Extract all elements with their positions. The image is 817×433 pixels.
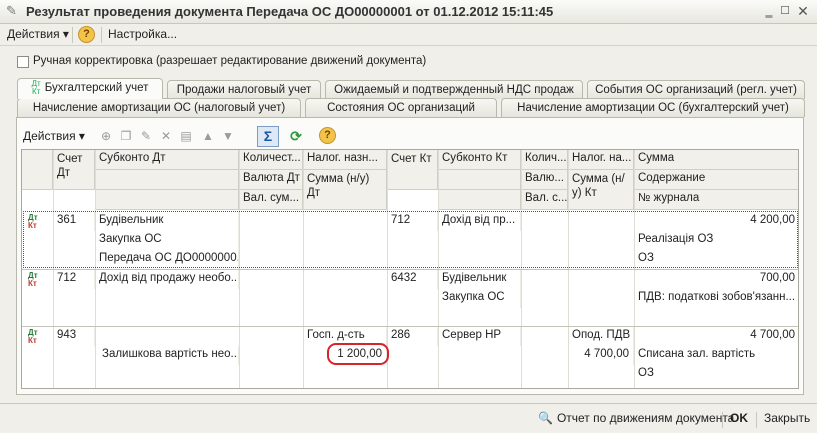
tab-os-states[interactable]: Состояния ОС организаций <box>305 98 497 117</box>
row2-subconto-dt-1[interactable]: Дохід від продажу необо... <box>95 270 239 289</box>
header-subconto-kt[interactable]: Субконто Кт <box>438 150 521 170</box>
row1-subconto-kt-1[interactable]: Дохід від пр... <box>438 212 521 231</box>
tab-tax-sales[interactable]: Продажи налоговый учет <box>167 80 321 99</box>
header-quantity[interactable]: Количест... <box>239 150 303 170</box>
row3-subconto-dt-2[interactable]: Залишкова вартість нео... <box>98 346 239 365</box>
header-blank <box>95 190 239 210</box>
panel-toolbar: Действия ▾ ⊕ ❐ ✎ ✕ ▤ ▲ ▼ Σ ⟳ ? <box>23 126 793 148</box>
header-cur-sum-dt[interactable]: Вал. сум... <box>239 190 303 210</box>
row2-subconto-kt-2[interactable]: Закупка ОС <box>438 289 521 308</box>
refresh-icon[interactable]: ⟳ <box>287 127 305 145</box>
header-currency-dt[interactable]: Валюта Дт <box>239 170 303 190</box>
menu-separator <box>72 27 73 43</box>
manual-correction-checkbox[interactable] <box>17 56 29 68</box>
help-icon[interactable]: ? <box>319 127 336 144</box>
accounting-entry-icon: Дт Кт <box>28 271 38 288</box>
accounting-panel: Действия ▾ ⊕ ❐ ✎ ✕ ▤ ▲ ▼ Σ ⟳ ? Счет Дт С… <box>16 117 804 395</box>
header-sum-nu-kt[interactable]: Сумма (н/у) Кт <box>568 170 634 210</box>
row2-account-dt[interactable]: 712 <box>53 270 95 289</box>
header-subconto-dt[interactable]: Субконто Дт <box>95 150 239 170</box>
row1-account-dt[interactable]: 361 <box>53 212 95 231</box>
row3-content[interactable]: Списана зал. вартість <box>634 346 798 365</box>
help-icon[interactable]: ? <box>78 26 95 43</box>
window-footer: 🔍 Отчет по движениям документа OK Закрыть <box>0 403 817 433</box>
row3-amount[interactable]: 4 700,00 <box>634 327 798 346</box>
move-down-icon[interactable]: ▼ <box>219 127 237 145</box>
report-search-icon: 🔍 <box>538 411 553 425</box>
header-qty-kt[interactable]: Колич... <box>521 150 568 170</box>
row3-account-kt[interactable]: 286 <box>387 327 438 346</box>
header-sum-nu-dt[interactable]: Сумма (н/у) Дт <box>303 170 387 210</box>
row3-sum-nu-kt[interactable]: 4 700,00 <box>568 346 634 365</box>
footer-separator <box>756 412 757 428</box>
header-content[interactable]: Содержание <box>634 170 798 190</box>
window-title: Результат проведения документа Передача … <box>26 4 554 19</box>
row3-tax-kt[interactable]: Опод. ПДВ <box>568 327 634 346</box>
menubar: Действия ▾ ? Настройка... <box>0 24 817 46</box>
row3-account-dt[interactable]: 943 <box>53 327 95 346</box>
row1-subconto-dt-2[interactable]: Закупка ОС <box>95 231 239 250</box>
header-account-dt[interactable]: Счет Дт <box>53 150 95 190</box>
actions-menu[interactable]: Действия ▾ <box>7 27 69 41</box>
row1-journal[interactable]: ОЗ <box>634 250 798 269</box>
accounting-entry-icon: Дт Кт <box>28 328 38 345</box>
header-amount[interactable]: Сумма <box>634 150 798 170</box>
close-icon[interactable]: ✕ <box>795 3 811 19</box>
row1-account-kt[interactable]: 712 <box>387 212 438 231</box>
tab-os-events[interactable]: События ОС организаций (регл. учет) <box>587 80 805 99</box>
header-blank <box>95 170 239 190</box>
tab-vat-sales[interactable]: Ожидаемый и подтвержденный НДС продаж <box>325 80 583 99</box>
entries-grid[interactable]: Счет Дт Субконто Дт Количест... Валюта Д… <box>21 149 799 389</box>
delete-icon[interactable]: ✕ <box>157 127 175 145</box>
header-tax-purpose[interactable]: Налог. назн... <box>303 150 387 170</box>
row2-amount[interactable]: 700,00 <box>634 270 798 289</box>
maximize-icon[interactable]: ☐ <box>777 3 793 19</box>
row2-account-kt[interactable]: 6432 <box>387 270 438 289</box>
row1-subconto-dt-3[interactable]: Передача ОС ДО0000000... <box>95 250 239 269</box>
tab-depreciation-tax[interactable]: Начисление амортизации ОС (налоговый уче… <box>17 98 301 117</box>
row1-amount[interactable]: 4 200,00 <box>634 212 798 231</box>
header-account-kt[interactable]: Счет Кт <box>387 150 438 190</box>
accounting-entry-icon: Дт Кт <box>31 78 41 96</box>
row3-journal[interactable]: ОЗ <box>634 365 798 384</box>
settings-menu[interactable]: Настройка... <box>108 27 177 41</box>
highlight-oval <box>327 343 389 365</box>
row1-subconto-dt-1[interactable]: Будівельник <box>95 212 239 231</box>
tab-accounting[interactable]: Дт Кт Бухгалтерский учет <box>17 78 163 99</box>
ok-button[interactable]: OK <box>730 411 748 425</box>
totals-sigma-icon[interactable]: Σ <box>257 126 279 147</box>
move-up-icon[interactable]: ▲ <box>199 127 217 145</box>
save-icon[interactable]: ▤ <box>177 127 195 145</box>
header-tax-kt[interactable]: Налог. на... <box>568 150 634 170</box>
header-currency-kt[interactable]: Валю... <box>521 170 568 190</box>
panel-actions-menu[interactable]: Действия ▾ <box>23 129 85 143</box>
header-blank <box>438 190 521 210</box>
row1-content[interactable]: Реалізація ОЗ <box>634 231 798 250</box>
window-titlebar: ✎ Результат проведения документа Передач… <box>0 0 817 24</box>
edit-icon[interactable]: ✎ <box>137 127 155 145</box>
row2-content[interactable]: ПДВ: податкові зобов'язанн... <box>634 289 798 308</box>
footer-separator <box>722 412 723 428</box>
tab-depreciation-accounting[interactable]: Начисление амортизации ОС (бухгалтерский… <box>501 98 805 117</box>
row3-subconto-kt-1[interactable]: Сервер HP <box>438 327 521 346</box>
accounting-entry-icon: Дт Кт <box>28 213 38 230</box>
add-icon[interactable]: ⊕ <box>97 127 115 145</box>
pencil-icon: ✎ <box>6 3 17 18</box>
minimize-icon[interactable]: ‗ <box>761 3 777 19</box>
row2-subconto-kt-1[interactable]: Будівельник <box>438 270 521 289</box>
header-journal[interactable]: № журнала <box>634 190 798 210</box>
header-blank <box>438 170 521 190</box>
report-movements-button[interactable]: 🔍 Отчет по движениям документа <box>538 411 734 425</box>
header-icon-col <box>22 150 53 190</box>
copy-icon[interactable]: ❐ <box>117 127 135 145</box>
manual-correction-label: Ручная корректировка (разрешает редактир… <box>33 55 427 67</box>
close-button[interactable]: Закрыть <box>764 411 810 425</box>
header-cur-sum-kt[interactable]: Вал. с... <box>521 190 568 210</box>
menu-separator <box>101 27 102 43</box>
